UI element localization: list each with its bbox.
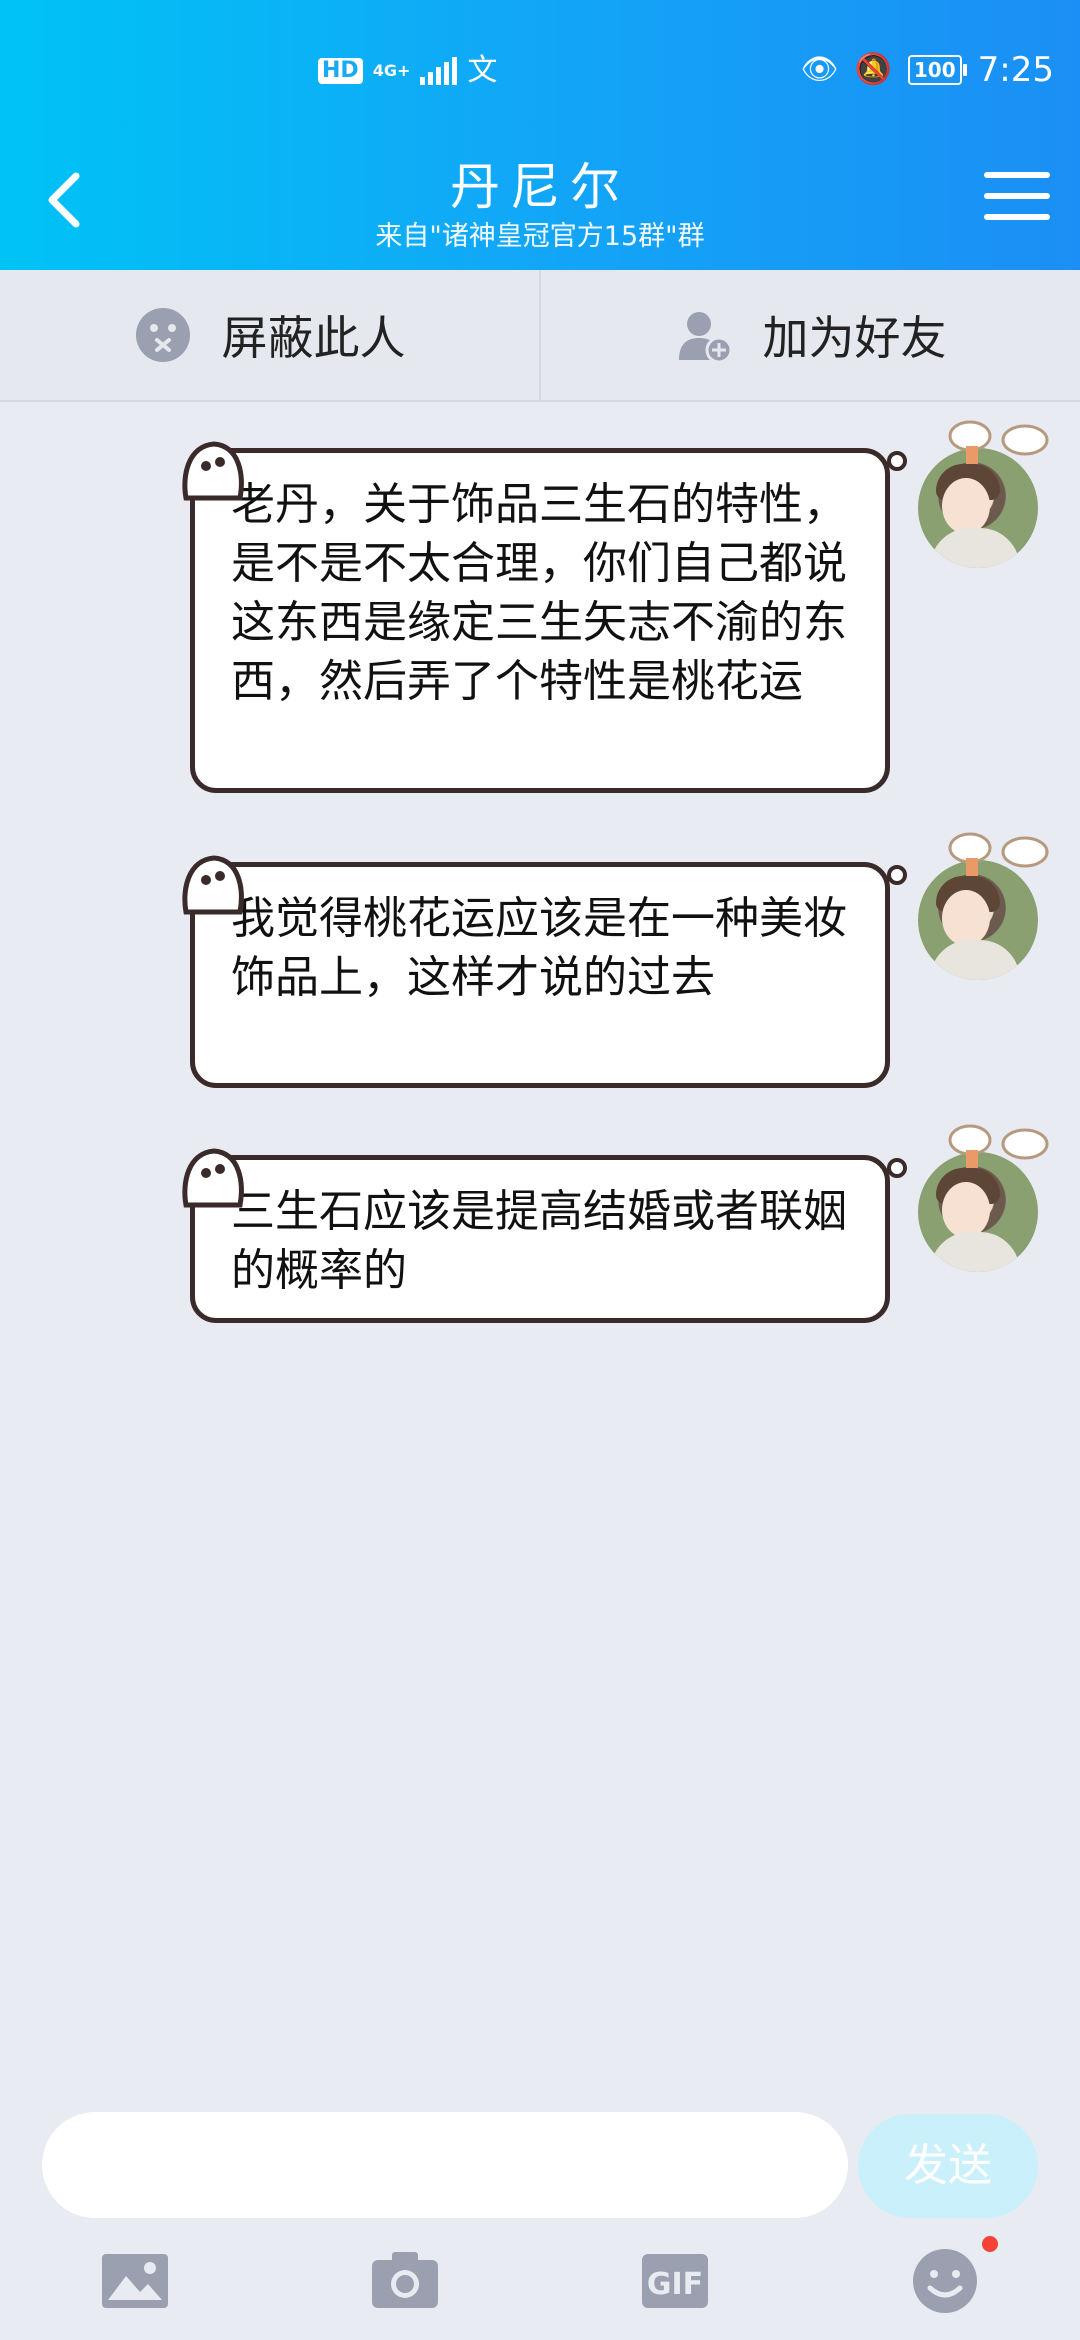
block-face-icon: [135, 308, 190, 362]
ghost-icon: [178, 436, 250, 508]
gif-button[interactable]: GIF: [640, 2246, 710, 2316]
status-left: HD 4G+ 文: [318, 56, 497, 86]
avatar-pendant-icon: [940, 818, 1060, 878]
image-icon: [102, 2254, 168, 2308]
status-bar: HD 4G+ 文 👁 🔕 100 7:25: [0, 50, 1080, 110]
notification-dot: [982, 2236, 998, 2252]
message-bubble[interactable]: 老丹，关于饰品三生石的特性，是不是不太合理，你们自己都说这东西是缘定三生矢志不渝…: [190, 448, 890, 793]
block-user-button[interactable]: 屏蔽此人: [0, 270, 539, 400]
network-type: 4G+: [372, 61, 411, 80]
bubble-tail-icon: [884, 1155, 910, 1181]
chat-header: HD 4G+ 文 👁 🔕 100 7:25 丹尼尔 来自"诸神皇冠官方15群"群: [0, 0, 1080, 270]
message-input[interactable]: [42, 2112, 848, 2218]
signal-icon: [420, 57, 458, 85]
avatar-pendant-icon: [940, 406, 1060, 466]
send-button[interactable]: 发送: [858, 2114, 1038, 2218]
eye-icon: 👁: [800, 52, 839, 87]
input-toolbar: GIF: [0, 2240, 1080, 2340]
bubble-tail-icon: [884, 448, 910, 474]
message-bubble[interactable]: 三生石应该是提高结婚或者联姻的概率的: [190, 1155, 890, 1323]
block-user-label: 屏蔽此人: [221, 311, 406, 365]
clock: 7:25: [977, 50, 1054, 90]
emoji-button[interactable]: [910, 2246, 980, 2316]
chat-title: 丹尼尔: [450, 158, 630, 216]
battery-icon: 100: [907, 55, 967, 85]
camera-button[interactable]: [370, 2246, 440, 2316]
message-bubble[interactable]: 我觉得桃花运应该是在一种美妆饰品上，这样才说的过去: [190, 862, 890, 1088]
menu-button[interactable]: [984, 172, 1050, 232]
chat-subtitle: 来自"诸神皇冠官方15群"群: [375, 221, 705, 252]
svg-text:GIF: GIF: [647, 2267, 703, 2302]
menu-line: [984, 193, 1050, 199]
gif-icon: GIF: [642, 2254, 708, 2308]
status-right: 👁 🔕 100 7:25: [800, 50, 1054, 90]
stranger-action-bar: 屏蔽此人 加为好友: [0, 270, 1080, 402]
hd-badge: HD: [318, 58, 363, 84]
ghost-icon: [178, 850, 250, 922]
add-friend-button[interactable]: 加为好友: [539, 270, 1080, 400]
menu-line: [984, 214, 1050, 220]
add-friend-label: 加为好友: [762, 311, 947, 365]
emoji-icon: [913, 2249, 977, 2313]
image-button[interactable]: [100, 2246, 170, 2316]
camera-icon: [372, 2252, 438, 2308]
add-friend-icon: [678, 312, 732, 364]
menu-line: [984, 172, 1050, 178]
hotspot-icon: 文: [467, 53, 498, 88]
avatar-pendant-icon: [940, 1110, 1060, 1170]
mute-bell-icon: 🔕: [854, 52, 892, 87]
bubble-tail-icon: [884, 862, 910, 888]
ghost-icon: [178, 1143, 250, 1215]
